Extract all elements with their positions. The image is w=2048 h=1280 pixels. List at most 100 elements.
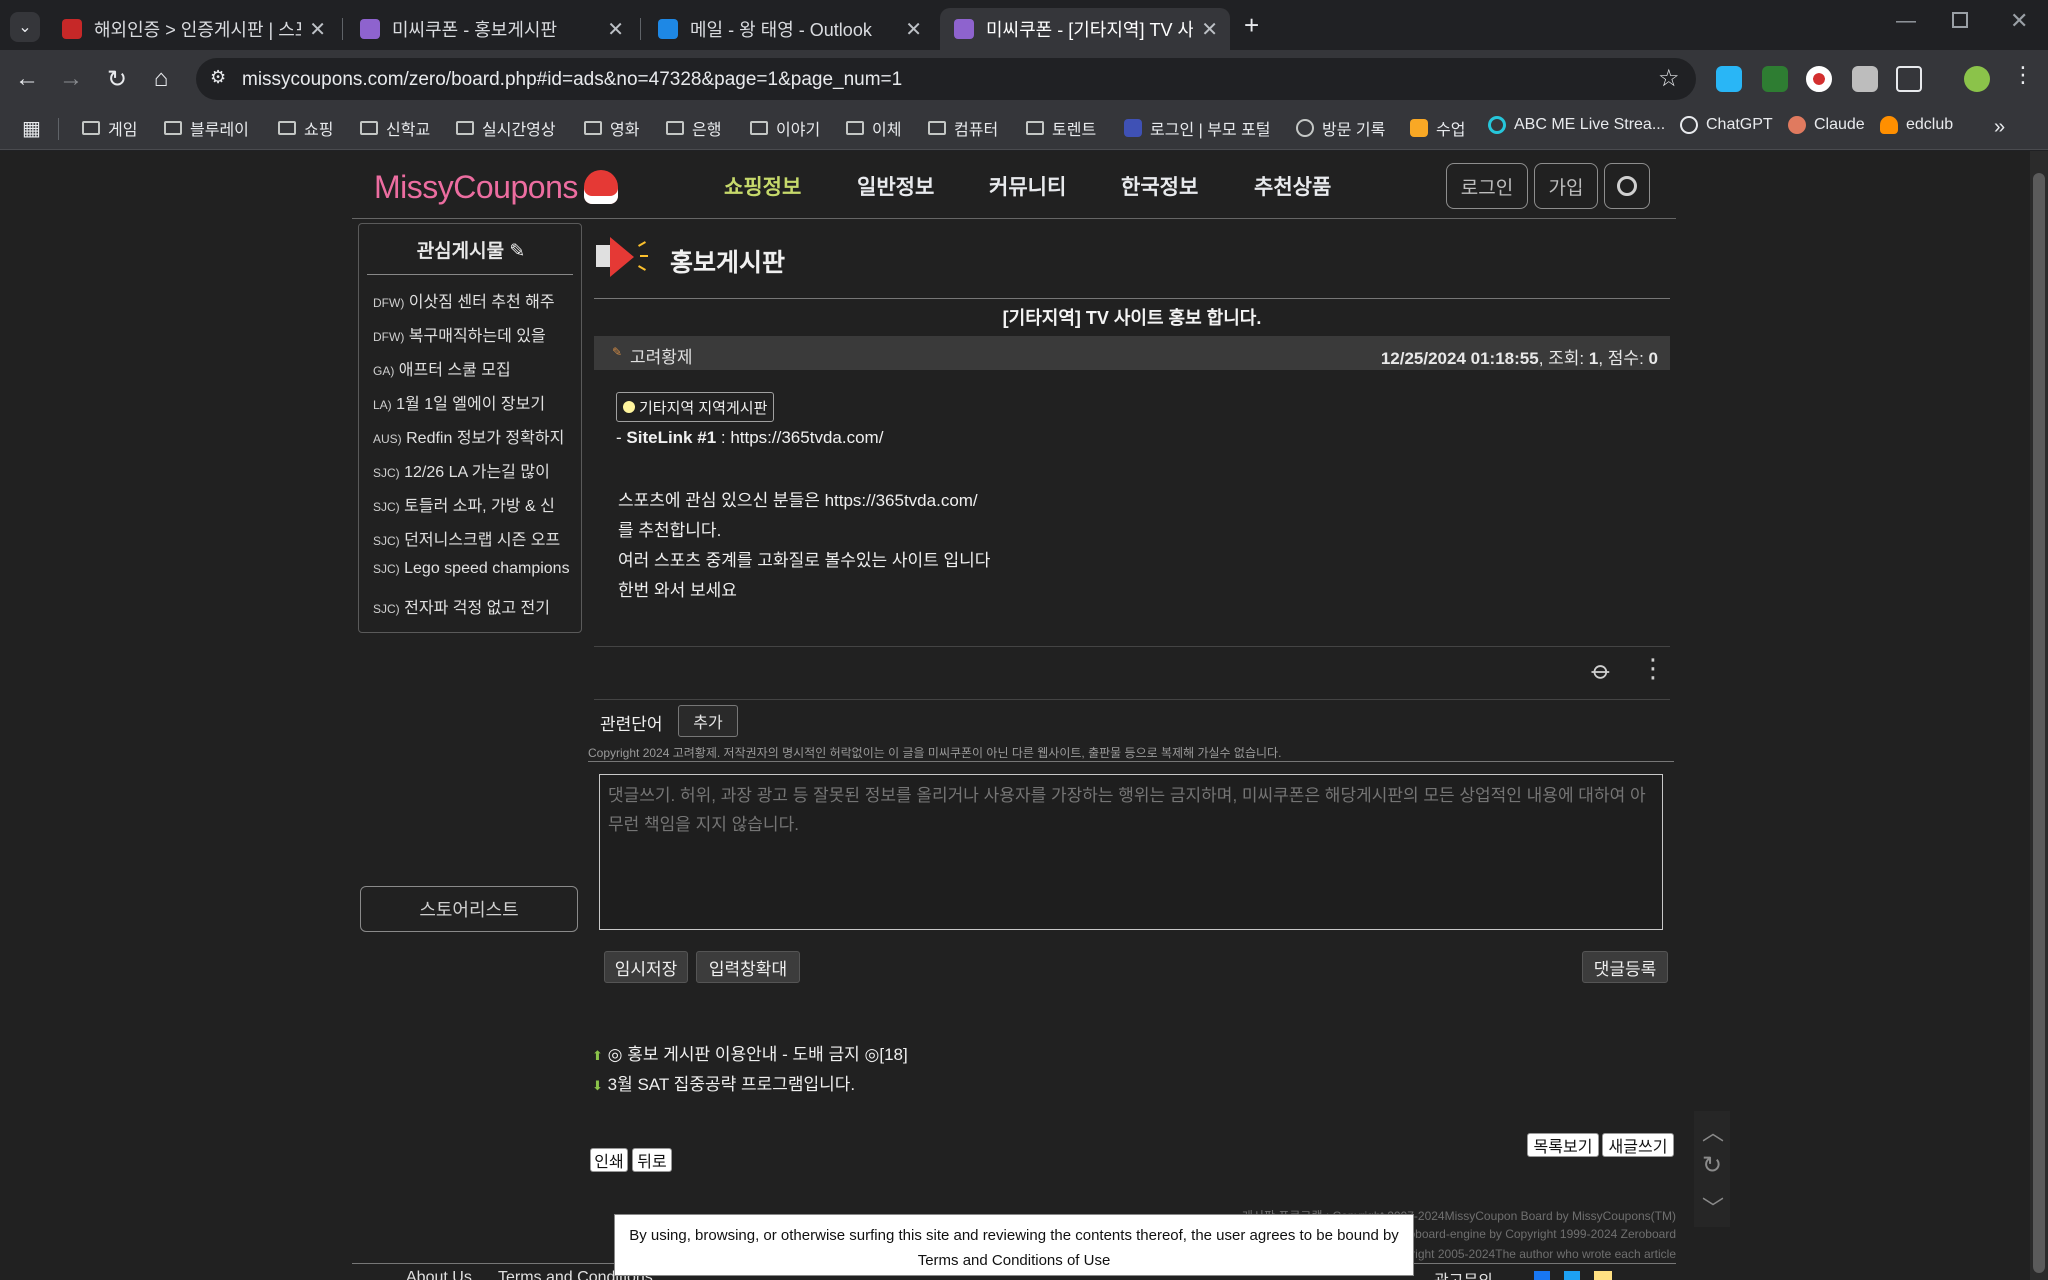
bookmark-claude[interactable]: Claude bbox=[1788, 116, 1865, 134]
puzzle-extension-icon[interactable] bbox=[1852, 66, 1878, 92]
nav-shopping[interactable]: 쇼핑정보 bbox=[724, 171, 801, 201]
bookmark-folder-shopping[interactable]: 쇼핑 bbox=[278, 116, 333, 140]
profile-avatar-icon[interactable] bbox=[1964, 66, 1990, 92]
home-icon[interactable]: ⌂ bbox=[144, 62, 178, 96]
site-logo[interactable]: MissyCoupons bbox=[374, 163, 618, 211]
close-tab-icon[interactable]: ✕ bbox=[1201, 17, 1218, 42]
back-button[interactable]: 뒤로 bbox=[632, 1148, 672, 1172]
tab-3[interactable]: 메일 - 왕 태영 - Outlook ✕ bbox=[644, 8, 934, 50]
more-options-icon[interactable]: ⋮ bbox=[1640, 653, 1666, 684]
classroom-icon bbox=[1410, 119, 1428, 137]
bookmark-folder-movies[interactable]: 영화 bbox=[584, 116, 639, 140]
bookmark-folder-bluray[interactable]: 블루레이 bbox=[164, 116, 249, 140]
email-icon[interactable] bbox=[1594, 1271, 1612, 1280]
ghost-extension-icon[interactable] bbox=[1716, 66, 1742, 92]
twitter-icon[interactable] bbox=[1564, 1271, 1580, 1280]
page-scrollbar[interactable] bbox=[2030, 151, 2048, 1280]
footer-ad-link[interactable]: 광고문의 bbox=[1434, 1267, 1493, 1280]
forward-arrow-icon[interactable]: → bbox=[54, 62, 88, 96]
tab-1[interactable]: 해외인증 > 인증게시판 | 스포츠 ✕ bbox=[48, 8, 338, 50]
close-tab-icon[interactable]: ✕ bbox=[905, 17, 922, 42]
search-button[interactable] bbox=[1604, 163, 1650, 209]
interest-post-item[interactable]: SJC) Lego speed champions bbox=[373, 560, 569, 586]
minimize-icon[interactable]: — bbox=[1896, 10, 1916, 33]
join-button[interactable]: 가입 bbox=[1534, 163, 1598, 209]
close-tab-icon[interactable]: ✕ bbox=[309, 17, 326, 42]
more-bookmarks-icon[interactable]: » bbox=[1994, 116, 2005, 139]
interest-post-item[interactable]: SJC) 토들러 소파, 가방 & 신 bbox=[373, 492, 569, 518]
bookmark-chatgpt[interactable]: ChatGPT bbox=[1680, 116, 1773, 134]
store-list-button[interactable]: 스토어리스트 bbox=[360, 886, 578, 932]
print-button[interactable]: 인쇄 bbox=[590, 1148, 628, 1172]
bookmark-label: 실시간영상 bbox=[482, 122, 556, 139]
url-text[interactable]: missycoupons.com/zero/board.php#id=ads&n… bbox=[242, 69, 902, 91]
interest-post-item[interactable]: LA) 1월 1일 엘에이 장보기 bbox=[373, 390, 569, 416]
bookmark-folder-computer[interactable]: 컴퓨터 bbox=[928, 116, 998, 140]
new-post-button[interactable]: 새글쓰기 bbox=[1602, 1133, 1674, 1157]
interest-post-item[interactable]: SJC) 던저니스크랩 시즌 오프 bbox=[373, 526, 569, 552]
bookmark-folder-seminary[interactable]: 신학교 bbox=[360, 116, 430, 140]
nav-community[interactable]: 커뮤니티 bbox=[989, 171, 1066, 201]
bookmark-label: Claude bbox=[1814, 116, 1865, 133]
bookmark-folder-transfer[interactable]: 이체 bbox=[846, 116, 901, 140]
bookmark-star-icon[interactable]: ☆ bbox=[1658, 64, 1680, 93]
submit-comment-button[interactable]: 댓글등록 bbox=[1582, 951, 1668, 983]
tab-2[interactable]: 미씨쿠폰 - 홍보게시판 ✕ bbox=[346, 8, 636, 50]
terms-notice-banner[interactable]: By using, browsing, or otherwise surfing… bbox=[614, 1214, 1414, 1276]
nav-recommended[interactable]: 추천상품 bbox=[1254, 171, 1331, 201]
comment-textarea[interactable] bbox=[599, 774, 1663, 930]
address-bar[interactable]: ⚙ missycoupons.com/zero/board.php#id=ads… bbox=[196, 58, 1696, 100]
menu-kebab-icon[interactable]: ⋮ bbox=[2012, 62, 2034, 88]
sitelink-url[interactable]: https://365tvda.com/ bbox=[730, 428, 883, 447]
bookmark-parent-portal[interactable]: 로그인 | 부모 포털 bbox=[1124, 116, 1271, 140]
reload-icon[interactable]: ↻ bbox=[100, 62, 134, 96]
scroll-bottom-icon[interactable]: ﹀ bbox=[1702, 1191, 1724, 1223]
login-button[interactable]: 로그인 bbox=[1446, 163, 1528, 209]
category-badge[interactable]: 기타지역 지역게시판 bbox=[616, 392, 775, 422]
interest-post-item[interactable]: SJC) 12/26 LA 가는길 많이 bbox=[373, 458, 569, 484]
new-tab-icon[interactable]: + bbox=[1244, 10, 1259, 41]
bookmark-folder-bank[interactable]: 은행 bbox=[666, 116, 721, 140]
interest-post-item[interactable]: AUS) Redfin 정보가 정확하지 bbox=[373, 424, 569, 450]
tab-search-button[interactable]: ⌄ bbox=[10, 12, 40, 42]
close-tab-icon[interactable]: ✕ bbox=[607, 17, 624, 42]
expand-input-button[interactable]: 입력창확대 bbox=[696, 951, 800, 983]
bookmark-folder-live[interactable]: 실시간영상 bbox=[456, 116, 556, 140]
site-info-icon[interactable]: ⚙ bbox=[210, 67, 226, 88]
interest-post-item[interactable]: GA) 애프터 스쿨 모집 bbox=[373, 356, 569, 382]
next-post-link[interactable]: ⬇ 3월 SAT 집중공략 프로그램입니다. bbox=[592, 1070, 855, 1095]
scroll-top-icon[interactable]: ︿ bbox=[1702, 1115, 1724, 1147]
temp-save-button[interactable]: 임시저장 bbox=[604, 951, 688, 983]
back-arrow-icon[interactable]: ← bbox=[10, 62, 44, 96]
bookmark-label: 수업 bbox=[1436, 122, 1466, 139]
facebook-icon[interactable] bbox=[1534, 1271, 1550, 1280]
record-extension-icon[interactable] bbox=[1806, 66, 1832, 92]
bookmark-class[interactable]: 수업 bbox=[1410, 116, 1465, 140]
leaf-extension-icon[interactable] bbox=[1762, 66, 1788, 92]
bookmark-folder-stories[interactable]: 이야기 bbox=[750, 116, 820, 140]
scrollbar-thumb[interactable] bbox=[2033, 173, 2045, 1273]
interest-post-item[interactable]: DFW) 복구매직하는데 있을 bbox=[373, 322, 569, 348]
list-view-button[interactable]: 목록보기 bbox=[1527, 1133, 1599, 1157]
bookmark-folder-games[interactable]: 게임 bbox=[82, 116, 137, 140]
interest-post-item[interactable]: SJC) 전자파 걱정 없고 전기 bbox=[373, 594, 569, 620]
bookmark-abc-me[interactable]: ABC ME Live Strea... bbox=[1488, 116, 1665, 134]
bookmark-folder-torrent[interactable]: 토렌트 bbox=[1026, 116, 1096, 140]
close-window-icon[interactable]: ✕ bbox=[2010, 8, 2028, 34]
tab-3-title: 메일 - 왕 태영 - Outlook bbox=[690, 20, 872, 40]
footer-about-link[interactable]: About Us bbox=[406, 1269, 472, 1280]
bookmark-history[interactable]: 방문 기록 bbox=[1296, 116, 1385, 140]
attachment-icon[interactable]: ⌀ bbox=[1585, 654, 1618, 687]
nav-general[interactable]: 일반정보 bbox=[857, 171, 934, 201]
restore-icon[interactable] bbox=[1952, 12, 1968, 28]
apps-grid-icon[interactable]: ▦ bbox=[22, 116, 41, 141]
tab-4-active[interactable]: 미씨쿠폰 - [기타지역] TV 사이트 ✕ bbox=[940, 8, 1230, 50]
bookmark-edclub[interactable]: edclub bbox=[1880, 116, 1953, 134]
extensions-icon[interactable] bbox=[1896, 66, 1922, 92]
prev-post-link[interactable]: ⬆ ◎ 홍보 게시판 이용안내 - 도배 금지 ◎[18] bbox=[592, 1040, 908, 1065]
nav-korea[interactable]: 한국정보 bbox=[1121, 171, 1198, 201]
refresh-icon[interactable]: ↻ bbox=[1702, 1151, 1722, 1180]
interest-post-item[interactable]: DFW) 이삿짐 센터 추천 해주 bbox=[373, 288, 569, 314]
post-author[interactable]: 고려황제 bbox=[630, 343, 693, 368]
add-related-word-button[interactable]: 추가 bbox=[678, 705, 738, 737]
